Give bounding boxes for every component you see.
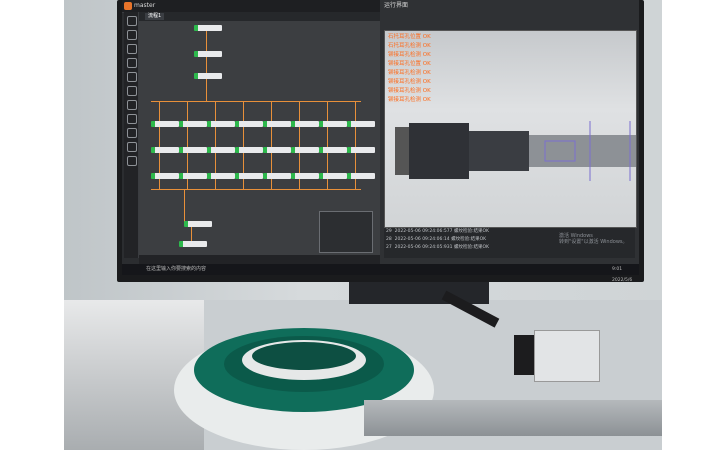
flow-node[interactable] — [194, 51, 222, 57]
flow-node[interactable] — [291, 173, 319, 179]
status-bar — [139, 255, 380, 264]
flow-node[interactable] — [179, 173, 207, 179]
flow-node[interactable] — [151, 173, 179, 179]
flow-node[interactable] — [347, 147, 375, 153]
tool-strip — [124, 12, 139, 258]
tool-icon[interactable] — [127, 72, 137, 82]
tool-icon[interactable] — [127, 100, 137, 110]
flow-node[interactable] — [235, 147, 263, 153]
camera-view: 石托耳孔位置 OK 石托耳孔检测 OK 铆接耳孔检测 OK 铆接耳孔位置 OK … — [384, 30, 637, 228]
flow-node[interactable] — [207, 121, 235, 127]
flow-node[interactable] — [184, 221, 212, 227]
flow-node[interactable] — [347, 173, 375, 179]
flow-node[interactable] — [151, 121, 179, 127]
flow-node[interactable] — [263, 147, 291, 153]
flow-canvas — [139, 21, 380, 255]
result-text: 铆接耳孔检测 OK — [388, 70, 431, 76]
result-text: 石托耳孔位置 OK — [388, 34, 431, 40]
inspected-part — [395, 121, 636, 181]
tool-icon[interactable] — [127, 58, 137, 68]
flow-node[interactable] — [319, 147, 347, 153]
linear-rail — [364, 400, 662, 436]
table-row: 28 2022-05-06 09:24:06:14 螺纹检验:结果OK — [386, 237, 487, 242]
flow-node[interactable] — [291, 147, 319, 153]
flow-node[interactable] — [235, 121, 263, 127]
result-text: 石托耳孔检测 OK — [388, 43, 431, 49]
activation-watermark: 激活 Windows 转到"设置"以激活 Windows。 — [559, 233, 628, 245]
flow-node[interactable] — [151, 147, 179, 153]
flow-node[interactable] — [291, 121, 319, 127]
flow-node[interactable] — [347, 121, 375, 127]
tool-icon[interactable] — [127, 44, 137, 54]
flow-node[interactable] — [207, 173, 235, 179]
result-text: 铆接耳孔检测 OK — [388, 52, 431, 58]
log-table: 29 2022-05-06 09:24:06:577 螺纹检验:结果OK 28 … — [384, 228, 635, 258]
flow-node[interactable] — [179, 121, 207, 127]
flow-node[interactable] — [179, 241, 207, 247]
flow-node[interactable] — [235, 173, 263, 179]
table-row: 27 2022-05-06 09:24:05:931 螺纹检验:结果OK — [386, 245, 489, 250]
result-text: 铆接耳孔位置 OK — [388, 61, 431, 67]
flow-node[interactable] — [179, 147, 207, 153]
flow-node[interactable] — [194, 73, 222, 79]
taskbar-clock: 9:01 2022/5/6 — [612, 267, 633, 283]
tool-icon[interactable] — [127, 114, 137, 124]
flow-tab-bar: 流程1 — [139, 12, 380, 21]
monitor-screen: master 流程1 运行界面 石托耳孔位置 OK 石托耳孔检测 OK 铆接耳孔… — [122, 0, 639, 264]
motor-housing — [534, 330, 600, 382]
tool-icon[interactable] — [127, 142, 137, 152]
taskbar-search[interactable]: 在这里输入你要搜索的内容 — [146, 264, 206, 275]
mini-map[interactable] — [319, 211, 373, 253]
flow-node[interactable] — [319, 173, 347, 179]
tool-icon[interactable] — [127, 16, 137, 26]
panel-title: 运行界面 — [384, 2, 409, 9]
tab-flow-1[interactable]: 流程1 — [145, 13, 165, 20]
flow-node[interactable] — [207, 147, 235, 153]
tool-icon[interactable] — [127, 30, 137, 40]
tool-icon[interactable] — [127, 156, 137, 166]
flow-node[interactable] — [263, 121, 291, 127]
result-text: 铆接耳孔检测 OK — [388, 79, 431, 85]
flow-node[interactable] — [194, 25, 222, 31]
taskbar: 在这里输入你要搜索的内容 9:01 2022/5/6 — [122, 264, 639, 283]
result-text: 铆接耳孔检测 OK — [388, 97, 431, 103]
photo-scene: master 流程1 运行界面 石托耳孔位置 OK 石托耳孔检测 OK 铆接耳孔… — [64, 0, 662, 450]
app-title: master — [134, 2, 156, 9]
table-row: 29 2022-05-06 09:24:06:577 螺纹检验:结果OK — [386, 229, 489, 234]
flow-node[interactable] — [319, 121, 347, 127]
tool-icon[interactable] — [127, 86, 137, 96]
flow-node[interactable] — [263, 173, 291, 179]
tool-icon[interactable] — [127, 128, 137, 138]
app-logo-icon — [124, 2, 132, 10]
run-panel: 运行界面 石托耳孔位置 OK 石托耳孔检测 OK 铆接耳孔检测 OK 铆接耳孔位… — [380, 0, 639, 264]
result-text: 铆接耳孔检测 OK — [388, 88, 431, 94]
